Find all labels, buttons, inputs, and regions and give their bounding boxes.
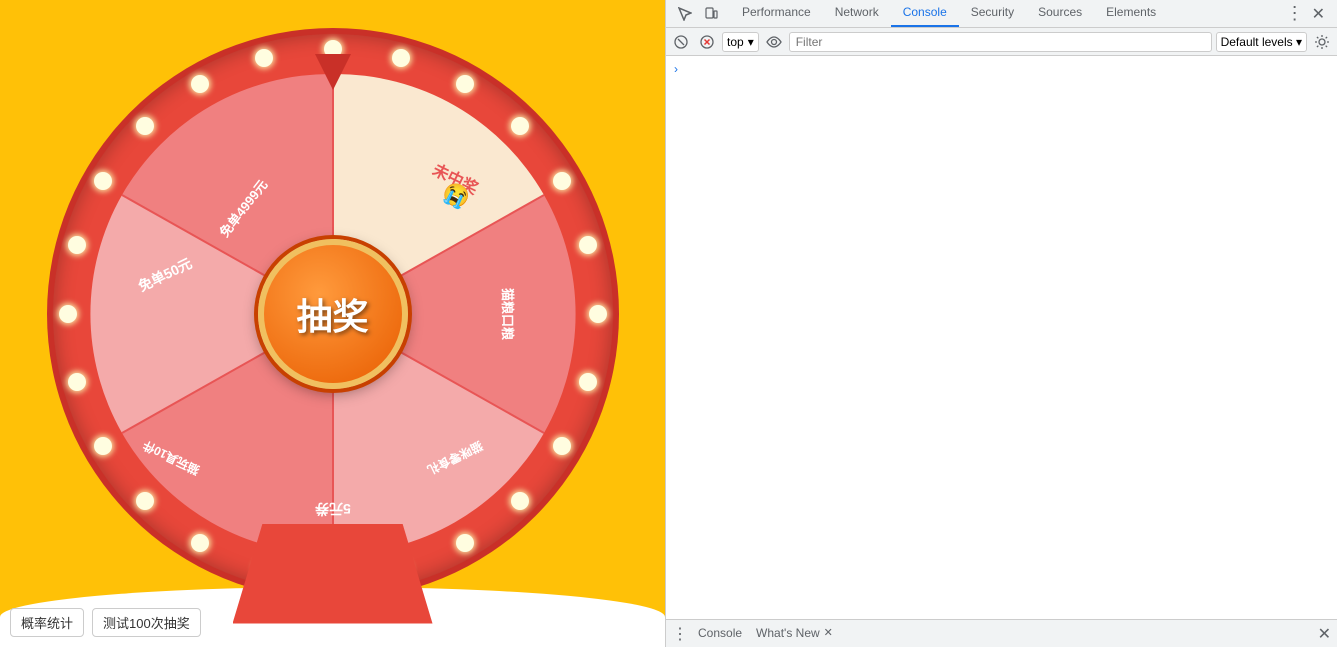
wheel-bulb bbox=[255, 49, 273, 67]
console-chevron-icon: › bbox=[674, 62, 678, 76]
tab-security[interactable]: Security bbox=[959, 0, 1026, 27]
more-tabs-button[interactable]: ⋮ bbox=[1282, 3, 1308, 24]
tab-console[interactable]: Console bbox=[891, 0, 959, 27]
wheel-bulb bbox=[392, 49, 410, 67]
wheel-bulb bbox=[59, 305, 77, 323]
spin-button-label: 抽奖 bbox=[296, 288, 368, 340]
wheel-bulb bbox=[553, 172, 571, 190]
wheel-bulb bbox=[136, 492, 154, 510]
console-toolbar: top ▾ Default levels ▾ bbox=[666, 28, 1337, 56]
tab-network[interactable]: Network bbox=[823, 0, 891, 27]
tab-sources[interactable]: Sources bbox=[1026, 0, 1094, 27]
console-prompt-line[interactable]: › bbox=[666, 60, 1337, 78]
devtools-topbar: Performance Network Console Security Sou… bbox=[666, 0, 1337, 28]
wheel-container: (function() { const container = document… bbox=[53, 34, 613, 594]
context-value: top bbox=[727, 35, 744, 49]
wheel-bulb bbox=[456, 75, 474, 93]
test-button[interactable]: 测试100次抽奖 bbox=[92, 608, 201, 637]
left-panel: (function() { const container = document… bbox=[0, 0, 665, 647]
console-output[interactable]: › bbox=[666, 56, 1337, 619]
more-tabs-area: ⋮ ✕ bbox=[1282, 3, 1329, 24]
devtools-close-button[interactable]: ✕ bbox=[1308, 4, 1329, 24]
wheel-bulb bbox=[511, 492, 529, 510]
close-all-button[interactable]: ✕ bbox=[1318, 624, 1331, 644]
bottom-dots-button[interactable]: ⋮ bbox=[672, 624, 688, 644]
devtools-tabs: Performance Network Console Security Sou… bbox=[730, 0, 1278, 27]
bottom-buttons-area: 概率统计 测试100次抽奖 bbox=[10, 608, 201, 637]
bottom-console-label: Console bbox=[698, 626, 742, 640]
wheel-stand bbox=[233, 524, 433, 624]
wheel-bulb bbox=[589, 305, 607, 323]
wheel-bulb bbox=[553, 437, 571, 455]
bottom-tab-console[interactable]: Console bbox=[694, 620, 746, 648]
wheel-bulb bbox=[511, 117, 529, 135]
close-whats-new-button[interactable]: ✕ bbox=[824, 626, 833, 639]
default-levels-label: Default levels ▾ bbox=[1221, 35, 1302, 49]
wheel-bulb bbox=[94, 172, 112, 190]
default-levels-dropdown[interactable]: Default levels ▾ bbox=[1216, 32, 1307, 52]
clear-console-button[interactable] bbox=[670, 31, 692, 53]
tab-performance[interactable]: Performance bbox=[730, 0, 823, 27]
wheel-bulb bbox=[191, 534, 209, 552]
wheel-bulb bbox=[456, 534, 474, 552]
wheel-bulb bbox=[68, 373, 86, 391]
bottom-whatsnew-label: What's New bbox=[756, 626, 820, 640]
label-cat-food: 猫粮口粮 bbox=[500, 287, 515, 340]
wheel-bulb bbox=[94, 437, 112, 455]
eye-button[interactable] bbox=[763, 31, 785, 53]
context-selector[interactable]: top ▾ bbox=[722, 32, 759, 52]
inspect-element-button[interactable] bbox=[674, 3, 696, 25]
devtools-bottombar: ⋮ Console What's New ✕ ✕ bbox=[666, 619, 1337, 647]
bottom-tab-whats-new[interactable]: What's New ✕ bbox=[752, 620, 837, 648]
filter-input[interactable] bbox=[789, 32, 1212, 52]
context-dropdown-icon: ▾ bbox=[748, 35, 754, 49]
probability-button[interactable]: 概率统计 bbox=[10, 608, 84, 637]
tab-elements[interactable]: Elements bbox=[1094, 0, 1168, 27]
device-toggle-button[interactable] bbox=[700, 3, 722, 25]
stop-recording-button[interactable] bbox=[696, 31, 718, 53]
label-5yuan: 5元券 bbox=[314, 501, 351, 517]
wheel-bulb bbox=[191, 75, 209, 93]
settings-button[interactable] bbox=[1311, 31, 1333, 53]
devtools-panel: Performance Network Console Security Sou… bbox=[665, 0, 1337, 647]
wheel-bulb bbox=[68, 236, 86, 254]
spin-button[interactable]: 抽奖 bbox=[258, 239, 408, 389]
wheel-pointer bbox=[315, 54, 351, 90]
